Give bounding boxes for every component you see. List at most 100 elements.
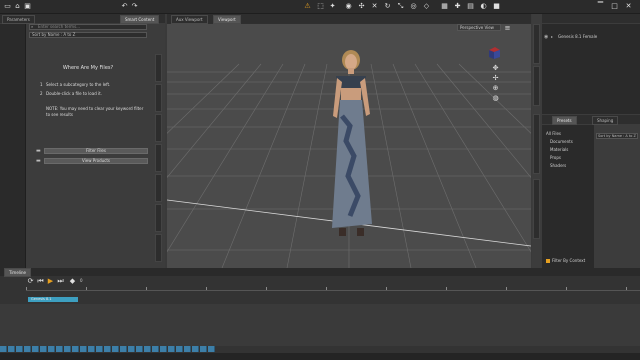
close-window-icon[interactable]: ✕ [624, 2, 633, 11]
vtab-aux[interactable] [533, 179, 540, 239]
vtab-lights[interactable] [155, 234, 162, 262]
view-cube-icon[interactable] [487, 46, 501, 60]
light-icon[interactable]: ✦ [328, 2, 337, 11]
strip-cell[interactable] [192, 346, 199, 352]
strip-cell[interactable] [0, 346, 7, 352]
pose-icon[interactable]: ◐ [479, 2, 488, 11]
minimize-window-icon[interactable]: ▔ [596, 2, 605, 11]
strip-cell[interactable] [168, 346, 175, 352]
open-scene-icon[interactable]: ⌂ [13, 2, 22, 11]
sort-dropdown[interactable]: Sort by Name : A to Z [29, 32, 147, 38]
timeline-track[interactable]: Genesis 8.1 [28, 297, 78, 302]
strip-cell[interactable] [24, 346, 31, 352]
filter-files-button[interactable]: Filter Files [44, 148, 148, 154]
visibility-icon[interactable]: ◉ [544, 34, 548, 40]
maximize-window-icon[interactable]: □ [610, 2, 619, 11]
loop-icon[interactable]: ⟳ [26, 277, 35, 286]
go-to-start-icon[interactable]: ⏮ [36, 277, 45, 286]
orbit-icon[interactable]: ✥ [491, 64, 500, 73]
category-item[interactable]: Materials [550, 147, 568, 152]
geometry-icon[interactable]: ◇ [422, 2, 431, 11]
vtab-render-settings[interactable] [155, 114, 162, 142]
vtab-scene[interactable] [533, 24, 540, 64]
save-scene-icon[interactable]: ▣ [23, 2, 32, 11]
scene-item-figure[interactable]: Genesis 8.1 Female [558, 34, 597, 39]
scale-icon[interactable]: ⤡ [396, 2, 405, 11]
strip-cell[interactable] [104, 346, 111, 352]
redo-icon[interactable]: ↷ [130, 2, 139, 11]
strip-cell[interactable] [184, 346, 191, 352]
view-products-button[interactable]: View Products [44, 158, 148, 164]
search-field[interactable]: ⌕ Enter search terms... [29, 24, 147, 30]
vtab-smart-content[interactable] [155, 54, 162, 82]
strip-cell[interactable] [200, 346, 207, 352]
pan-icon[interactable]: ✢ [491, 74, 500, 83]
vtab-content-library[interactable] [155, 84, 162, 112]
strip-cell[interactable] [32, 346, 39, 352]
category-item[interactable]: Props [550, 155, 561, 160]
vtab-presets[interactable] [533, 114, 540, 174]
new-scene-icon[interactable]: ▭ [3, 2, 12, 11]
strip-cell[interactable] [16, 346, 23, 352]
vtab-tool-settings[interactable] [533, 66, 540, 106]
strip-cell[interactable] [96, 346, 103, 352]
play-icon[interactable]: ▶ [46, 277, 55, 286]
strip-cell[interactable] [64, 346, 71, 352]
tab-presets[interactable]: Presets [552, 116, 577, 125]
tab-viewport[interactable]: Viewport [213, 15, 241, 24]
frame-icon[interactable]: ◍ [491, 94, 500, 103]
tab-timeline[interactable]: Timeline [4, 268, 32, 277]
strip-cell[interactable] [88, 346, 95, 352]
spot-render-icon[interactable]: ▤ [466, 2, 475, 11]
strip-cell[interactable] [128, 346, 135, 352]
timeline-ruler[interactable] [26, 287, 640, 291]
preset-sort-dropdown[interactable]: Sort by Name : A to Z [596, 133, 638, 139]
node-select-icon[interactable]: ◉ [344, 2, 353, 11]
strip-cell[interactable] [176, 346, 183, 352]
strip-cell[interactable] [48, 346, 55, 352]
lock-icon[interactable]: ⬚ [316, 2, 325, 11]
strip-cell[interactable] [120, 346, 127, 352]
camera-dropdown[interactable]: Perspective View [457, 24, 501, 31]
strip-cell[interactable] [72, 346, 79, 352]
camera-icon[interactable]: ◎ [409, 2, 418, 11]
tab-shaping[interactable]: Shaping [592, 116, 619, 125]
vtab-posing[interactable] [155, 204, 162, 232]
strip-cell[interactable] [136, 346, 143, 352]
translate-icon[interactable]: ✕ [370, 2, 379, 11]
category-item[interactable]: All Files [546, 131, 561, 136]
screenshot-icon[interactable]: ■ [492, 2, 501, 11]
tab-parameters[interactable]: Parameters [2, 15, 35, 24]
vtab-surfaces[interactable] [155, 144, 162, 172]
joint-icon[interactable]: ✚ [453, 2, 462, 11]
category-item[interactable]: Documents [550, 139, 573, 144]
vtab-shaping[interactable] [155, 174, 162, 202]
tab-smart-content[interactable]: Smart Content [120, 15, 160, 24]
3d-figure[interactable] [320, 46, 380, 246]
surface-icon[interactable]: ▦ [440, 2, 449, 11]
zoom-icon[interactable]: ⊕ [491, 84, 500, 93]
strip-cell[interactable] [80, 346, 87, 352]
render-icon[interactable]: ⚠ [303, 2, 312, 11]
strip-cell[interactable] [112, 346, 119, 352]
frame-value[interactable]: 0 [80, 278, 83, 283]
strip-cell[interactable] [40, 346, 47, 352]
strip-cell[interactable] [160, 346, 167, 352]
strip-cell[interactable] [8, 346, 15, 352]
strip-cell[interactable] [144, 346, 151, 352]
viewport-canvas[interactable]: Perspective View ≡ ✥ ✢ ⊕ ◍ [167, 24, 531, 268]
key-icon[interactable]: ◆ [68, 277, 77, 286]
strip-cell[interactable] [152, 346, 159, 352]
tab-aux-viewport[interactable]: Aux Viewport [171, 15, 208, 24]
expand-arrow-icon[interactable]: ▸ [551, 34, 553, 39]
go-to-end-icon[interactable]: ⏭ [56, 277, 65, 286]
ruler-tick [206, 287, 207, 290]
strip-cell[interactable] [56, 346, 63, 352]
universal-tool-icon[interactable]: ✣ [357, 2, 366, 11]
viewport-options-icon[interactable]: ≡ [503, 24, 512, 33]
strip-cell[interactable] [208, 346, 215, 352]
rotate-icon[interactable]: ↻ [383, 2, 392, 11]
undo-icon[interactable]: ↶ [120, 2, 129, 11]
filter-checkbox-icon[interactable] [546, 259, 550, 263]
category-item[interactable]: Shaders [550, 163, 566, 168]
